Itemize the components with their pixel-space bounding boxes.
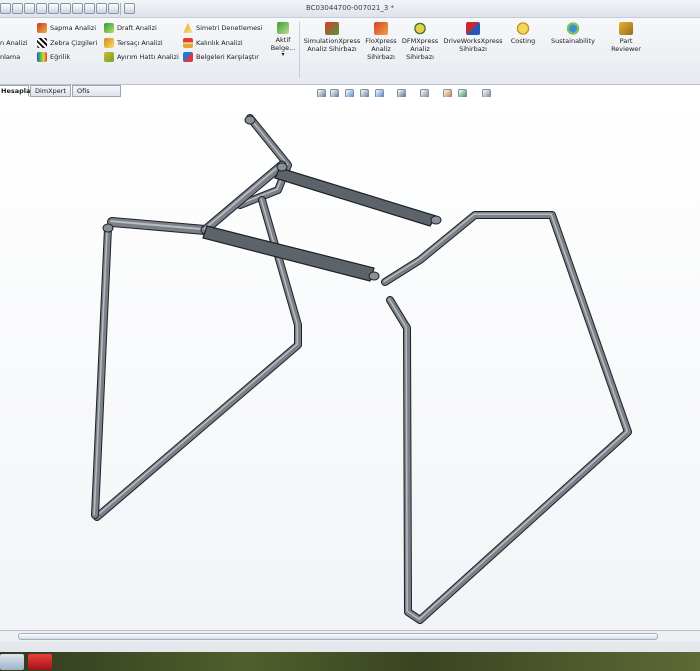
right-top-tube-highlight	[383, 213, 628, 620]
curvature-icon	[37, 52, 47, 62]
sustainability-button[interactable]: Sustainability	[545, 22, 601, 45]
zebra-stripes-label: Zebra Çizgileri	[50, 39, 98, 47]
simulationxpress-label: SimulationXpress Analiz Sihirbazı	[303, 37, 361, 53]
draft-analysis-button[interactable]: Draft Analizi	[104, 22, 157, 34]
thickness-analysis-label: Kalınlık Analizi	[196, 39, 243, 47]
symmetry-check-label: Simetri Denetlemesi	[196, 24, 263, 32]
graphics-area[interactable]	[0, 97, 700, 630]
zebra-stripes-icon	[37, 38, 47, 48]
tube-joint-0	[102, 223, 114, 233]
active-document-button[interactable]: Aktif Belge... ▾	[268, 22, 298, 58]
taskbar	[0, 652, 700, 671]
parting-line-label: Ayırım Hattı Analizi	[117, 53, 179, 61]
front-crossbar[interactable]	[202, 225, 375, 282]
ribbon-evaluate: n Analizi nlama Sapma Analizi Zebra Çizg…	[0, 18, 700, 85]
costing-icon	[516, 22, 530, 35]
window-title: BC03044700-007021_3 *	[305, 4, 395, 12]
driveworksxpress-label: DriveWorksXpress Sihirbazı	[443, 37, 503, 53]
active-document-label: Aktif Belge...	[270, 36, 296, 52]
part-reviewer-icon	[619, 22, 633, 35]
right-top-tube[interactable]	[382, 212, 631, 623]
sustainability-icon	[566, 22, 580, 35]
tube-joint-2	[430, 215, 442, 225]
floxpress-button[interactable]: FloXpress Analiz Sihirbazı	[362, 22, 400, 61]
compare-documents-icon	[183, 52, 193, 62]
deviation-analysis-button[interactable]: Sapma Analizi	[37, 22, 96, 34]
undercut-analysis-button[interactable]: Tersaçı Analizi	[104, 37, 163, 49]
tube-joint-3	[368, 271, 380, 281]
active-document-icon	[277, 22, 289, 34]
symmetry-check-button[interactable]: Simetri Denetlemesi	[183, 22, 262, 34]
tab-ofis-urunleri[interactable]: Ofis Ürünleri	[72, 85, 121, 106]
symmetry-icon	[183, 23, 193, 33]
solidworks-icon[interactable]	[28, 654, 52, 670]
tab-hesapla[interactable]: Hesapla	[0, 85, 30, 97]
compare-documents-button[interactable]: Belgeleri Karşılaştır	[183, 51, 259, 63]
driveworksxpress-button[interactable]: DriveWorksXpress Sihirbazı	[440, 22, 506, 53]
thickness-analysis-button[interactable]: Kalınlık Analizi	[183, 37, 243, 49]
compare-documents-label: Belgeleri Karşılaştır	[196, 53, 259, 61]
horizontal-scrollbar[interactable]	[0, 630, 700, 642]
deviation-analysis-label: Sapma Analizi	[50, 24, 96, 32]
dfmxpress-button[interactable]: DFMXpress Analiz Sihirbazı	[400, 22, 440, 61]
parting-line-icon	[104, 52, 114, 62]
costing-label: Costing	[510, 37, 536, 45]
ribbon-cut-label-1: n Analizi	[0, 39, 28, 47]
left-leg[interactable]	[92, 225, 111, 518]
costing-button[interactable]: Costing	[505, 22, 541, 45]
part-reviewer-button[interactable]: Part Reviewer	[606, 22, 646, 53]
tab-dimxpert[interactable]: DimXpert	[30, 85, 71, 97]
undercut-analysis-label: Tersaçı Analizi	[117, 39, 163, 47]
driveworksxpress-icon	[466, 22, 480, 35]
undercut-icon	[104, 38, 114, 48]
floxpress-icon	[374, 22, 388, 35]
deviation-analysis-icon	[37, 23, 47, 33]
thickness-icon	[183, 38, 193, 48]
draft-analysis-label: Draft Analizi	[117, 24, 157, 32]
title-bar: BC03044700-007021_3 *	[0, 0, 700, 18]
simulationxpress-button[interactable]: SimulationXpress Analiz Sihirbazı	[301, 22, 363, 53]
draft-analysis-icon	[104, 23, 114, 33]
ribbon-cut-button-1[interactable]: n Analizi	[0, 37, 28, 49]
tube-joint-4	[244, 115, 256, 125]
status-bar	[0, 642, 700, 652]
part-reviewer-label: Part Reviewer	[611, 37, 641, 53]
ribbon-separator	[299, 22, 300, 78]
chevron-down-icon: ▾	[281, 51, 285, 58]
taskbar-app-icon[interactable]	[0, 654, 24, 670]
tube-frame-model	[91, 114, 632, 624]
simulationxpress-icon	[325, 22, 339, 35]
tube-joint-1	[276, 162, 288, 172]
right-top-tube-outline	[381, 211, 632, 624]
floxpress-label: FloXpress Analiz Sihirbazı	[365, 37, 397, 61]
sustainability-label: Sustainability	[550, 37, 595, 45]
ribbon-cut-label-2: nlama	[0, 53, 21, 61]
dfmxpress-icon	[413, 22, 427, 35]
rear-crossbar[interactable]	[274, 167, 437, 227]
zebra-stripes-button[interactable]: Zebra Çizgileri	[37, 37, 97, 49]
ribbon-cut-button-2[interactable]: nlama	[0, 51, 20, 63]
dfmxpress-label: DFMXpress Analiz Sihirbazı	[401, 37, 439, 61]
scrollbar-thumb[interactable]	[18, 633, 658, 640]
curvature-button[interactable]: Eğrilik	[37, 51, 70, 63]
curvature-label: Eğrilik	[50, 53, 71, 61]
parting-line-button[interactable]: Ayırım Hattı Analizi	[104, 51, 179, 63]
